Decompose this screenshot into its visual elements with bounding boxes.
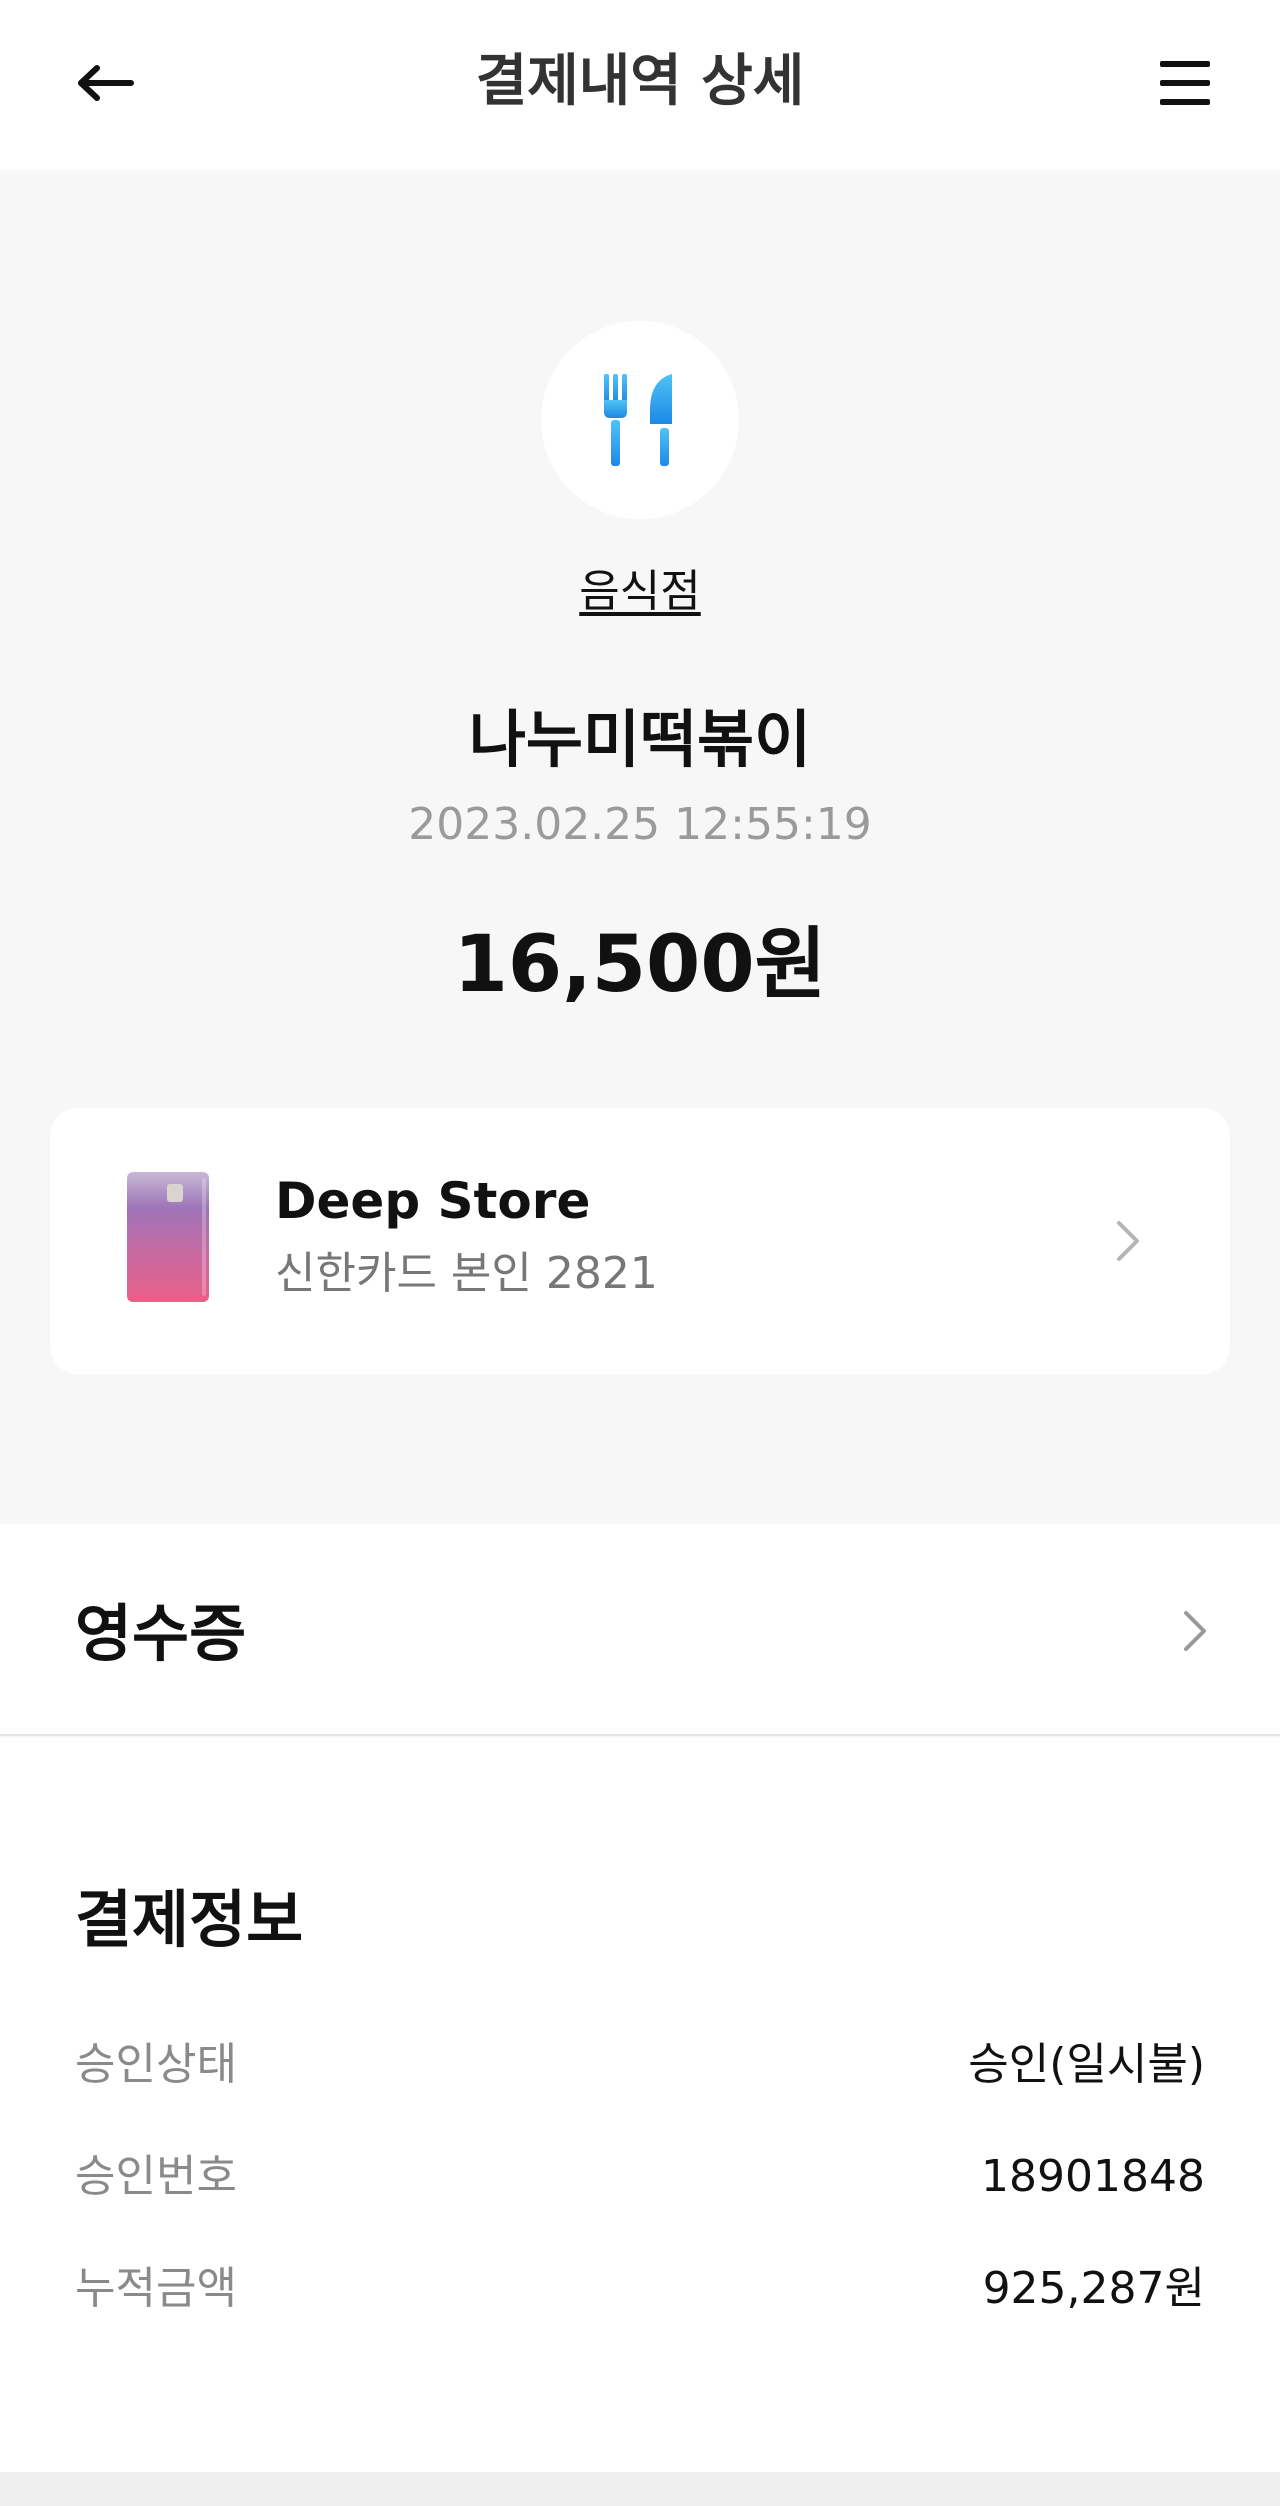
- receipt-row[interactable]: 영수증: [0, 1524, 1280, 1736]
- merchant-name: 나누미떡볶이: [468, 703, 812, 776]
- info-row-approval-status: 승인상태 승인(일시불): [75, 2030, 1205, 2100]
- info-key: 승인상태: [75, 2039, 237, 2090]
- info-key: 승인번호: [75, 2151, 237, 2202]
- hamburger-menu-icon: [1160, 61, 1210, 105]
- section-title: 결제정보: [75, 1883, 304, 1956]
- info-value: 925,287원: [982, 2263, 1205, 2314]
- payment-amount: 16,500원: [453, 920, 827, 1010]
- category-label[interactable]: 음식점: [579, 566, 700, 617]
- card-chevron: [1108, 1208, 1148, 1274]
- fork-knife-icon: [604, 374, 672, 466]
- payment-summary: 음식점 나누미떡볶이 2023.02.25 12:55:19 16,500원 D…: [0, 170, 1280, 1524]
- payment-datetime: 2023.02.25 12:55:19: [408, 799, 872, 850]
- page-title: 결제내역 상세: [475, 49, 805, 114]
- info-row-approval-number: 승인번호 18901848: [75, 2142, 1205, 2212]
- info-row-accumulated-amount: 누적금액 925,287원: [75, 2254, 1205, 2324]
- info-value: 18901848: [981, 2151, 1205, 2202]
- category-badge: [541, 321, 739, 519]
- payment-detail-page: 결제내역 상세 음식점 나누미떡볶이 2023.02.25 12:55:19 1…: [0, 0, 1280, 2506]
- receipt-chevron: [1175, 1596, 1215, 1666]
- card-thumbnail: [127, 1172, 209, 1302]
- menu-button[interactable]: [1152, 48, 1218, 118]
- card-info-panel[interactable]: Deep Store 신한카드 본인 2821: [50, 1108, 1230, 1374]
- payment-info-section: 결제정보 승인상태 승인(일시불) 승인번호 18901848 누적금액 925…: [0, 1738, 1280, 2472]
- bottom-divider: [0, 2472, 1280, 2506]
- card-name: Deep Store: [275, 1172, 591, 1230]
- top-app-bar: 결제내역 상세: [0, 0, 1280, 170]
- info-key: 누적금액: [75, 2263, 237, 2314]
- card-edge: [202, 1178, 206, 1296]
- receipt-label: 영수증: [75, 1597, 247, 1670]
- category-link[interactable]: 음식점: [0, 562, 1280, 622]
- info-value: 승인(일시불): [968, 2039, 1205, 2090]
- card-detail: 신한카드 본인 2821: [275, 1248, 658, 1299]
- chevron-right-icon: [1184, 1611, 1206, 1651]
- chevron-right-icon: [1117, 1221, 1139, 1261]
- card-chip: [167, 1184, 183, 1202]
